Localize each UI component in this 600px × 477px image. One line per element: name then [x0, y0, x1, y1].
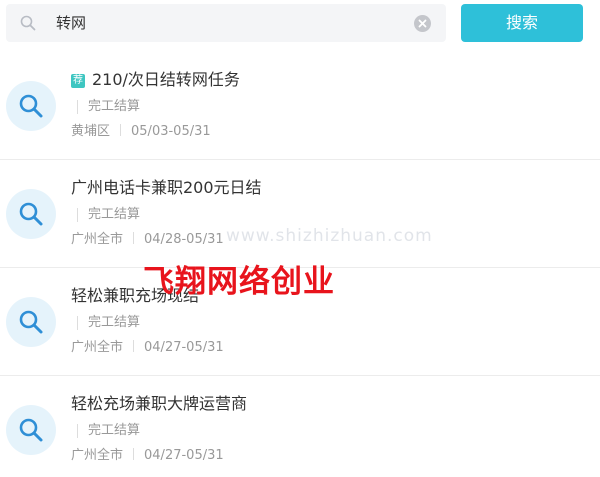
watermark-brand: 飞翔网络创业	[143, 264, 335, 300]
job-location: 广州全市	[71, 448, 124, 463]
job-location: 广州全市	[71, 340, 124, 355]
job-date-range: 04/27-05/31	[144, 340, 224, 355]
job-date-range: 04/28-05/31	[144, 232, 224, 247]
search-box[interactable]	[6, 4, 446, 42]
job-meta: 广州全市 04/28-05/31	[71, 232, 224, 248]
job-list-item[interactable]: 广州电话卡兼职200元日结 完工结算 广州全市 04/28-05/31	[0, 160, 600, 268]
search-input[interactable]	[56, 4, 396, 42]
job-date-range: 05/03-05/31	[131, 124, 211, 139]
job-list-item[interactable]: 轻松充场兼职大牌运营商 完工结算 广州全市 04/27-05/31	[0, 376, 600, 477]
recommended-badge: 荐	[71, 74, 85, 88]
watermark-url: www.shizhizhuan.com	[226, 226, 433, 246]
job-search-icon	[6, 297, 56, 347]
job-list-item[interactable]: 荐 210/次日结转网任务 完工结算 黄埔区 05/03-05/31	[0, 52, 600, 160]
settlement-tag: 完工结算	[77, 424, 140, 438]
job-title-text: 210/次日结转网任务	[92, 70, 240, 89]
settlement-tag: 完工结算	[77, 316, 140, 330]
meta-divider	[120, 124, 122, 136]
job-search-icon	[6, 189, 56, 239]
job-title: 广州电话卡兼职200元日结	[71, 178, 262, 197]
job-search-icon	[6, 81, 56, 131]
settlement-tag: 完工结算	[77, 208, 140, 222]
search-bar: 搜索	[0, 0, 600, 50]
job-title: 轻松充场兼职大牌运营商	[71, 394, 248, 413]
job-search-icon	[6, 405, 56, 455]
job-meta: 广州全市 04/27-05/31	[71, 340, 224, 356]
job-location: 广州全市	[71, 232, 124, 247]
search-button[interactable]: 搜索	[461, 4, 583, 42]
job-meta: 广州全市 04/27-05/31	[71, 448, 224, 464]
clear-icon[interactable]	[414, 15, 431, 32]
meta-divider	[133, 340, 135, 352]
meta-divider	[133, 448, 135, 460]
meta-divider	[133, 232, 135, 244]
job-location: 黄埔区	[71, 124, 111, 139]
search-icon	[20, 15, 36, 31]
job-meta: 黄埔区 05/03-05/31	[71, 124, 211, 140]
settlement-tag: 完工结算	[77, 100, 140, 114]
job-date-range: 04/27-05/31	[144, 448, 224, 463]
job-search-page: 搜索 荐 210/次日结转网任务 完工结算 黄埔区 05/03-05/31	[0, 0, 600, 477]
job-title: 荐 210/次日结转网任务	[71, 66, 240, 90]
